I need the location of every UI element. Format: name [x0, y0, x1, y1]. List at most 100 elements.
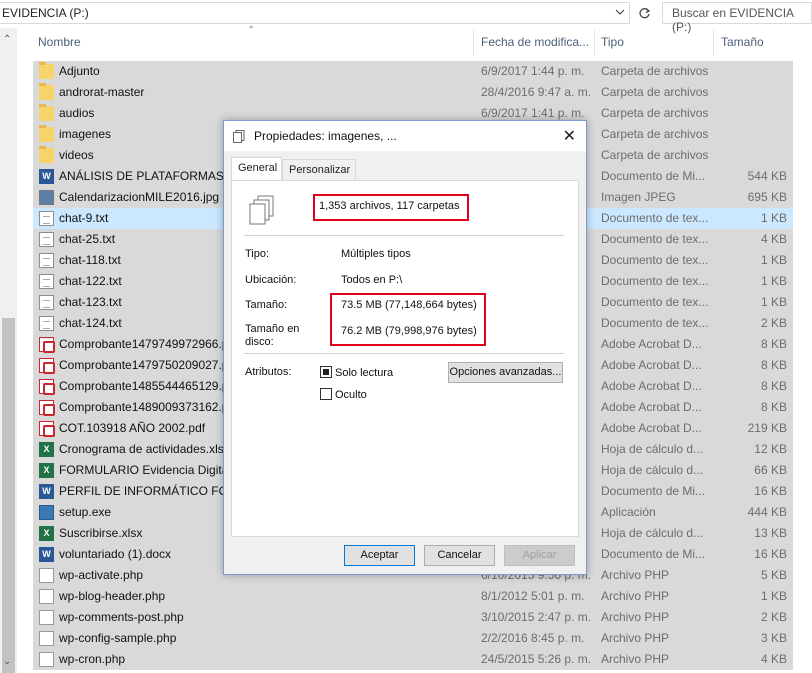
php-file-icon: [39, 610, 54, 625]
word-icon: W: [39, 547, 54, 562]
address-path: EVIDENCIA (P:): [2, 6, 89, 20]
file-type: Imagen JPEG: [601, 190, 676, 204]
file-name: wp-comments-post.php: [59, 610, 184, 624]
cancel-button[interactable]: Cancelar: [424, 545, 495, 566]
file-size: 1 KB: [760, 295, 787, 309]
file-size: 2 KB: [760, 610, 787, 624]
scrollbar-thumb[interactable]: [2, 318, 15, 673]
address-bar[interactable]: EVIDENCIA (P:): [0, 2, 630, 24]
file-size: 444 KB: [747, 505, 787, 519]
apply-button[interactable]: Aplicar: [504, 545, 575, 566]
ubicacion-label: Ubicación:: [245, 274, 297, 286]
file-date: 28/4/2016 9:47 a. m.: [481, 85, 592, 99]
column-header-date[interactable]: Fecha de modifica...: [481, 35, 589, 49]
search-box[interactable]: Buscar en EVIDENCIA (P:): [662, 2, 812, 34]
php-file-icon: [39, 589, 54, 604]
file-row[interactable]: androrat-master 28/4/2016 9:47 a. m. Carpe…: [33, 82, 793, 103]
close-icon[interactable]: ✕: [563, 126, 576, 146]
solo-lectura-label[interactable]: Solo lectura: [335, 367, 393, 379]
file-date: 3/10/2015 2:47 p. m.: [481, 610, 592, 624]
oculto-label[interactable]: Oculto: [335, 389, 367, 401]
pdf-icon: [39, 421, 55, 437]
file-type: Documento de Mi...: [601, 547, 706, 561]
file-size: 16 KB: [754, 547, 787, 561]
tamano-value: 73.5 MB (77,148,664 bytes): [341, 299, 477, 311]
file-date: 6/9/2017 1:41 p. m.: [481, 106, 585, 120]
file-type: Archivo PHP: [601, 610, 670, 624]
file-type: Hoja de cálculo d...: [601, 526, 704, 540]
tamano-disco-label: Tamaño en: [245, 323, 300, 335]
file-type: Carpeta de archivos: [601, 148, 709, 162]
text-file-icon: [39, 253, 54, 268]
pdf-icon: [39, 400, 55, 416]
file-name: wp-cron.php: [59, 652, 126, 666]
column-header-type[interactable]: Tipo: [601, 35, 624, 49]
accept-button[interactable]: Aceptar: [344, 545, 415, 566]
text-file-icon: [39, 232, 54, 247]
file-size: 4 KB: [760, 232, 787, 246]
file-name: androrat-master: [59, 85, 145, 99]
file-type: Documento de Mi...: [601, 484, 706, 498]
folder-icon: [39, 83, 54, 100]
tab-personalizar[interactable]: Personalizar: [282, 159, 356, 181]
column-divider[interactable]: [594, 30, 595, 56]
divider: [244, 235, 564, 236]
file-date: 8/1/2012 5:01 p. m.: [481, 589, 585, 603]
folder-icon: [39, 104, 54, 121]
file-size: 8 KB: [760, 379, 787, 393]
file-row[interactable]: wp-cron.php 24/5/2015 5:26 p. m. Archivo P…: [33, 649, 793, 670]
scroll-down-icon[interactable]: ⌄: [3, 656, 11, 667]
file-size: 544 KB: [747, 169, 787, 183]
file-type: Adobe Acrobat D...: [601, 337, 702, 351]
word-icon: W: [39, 484, 54, 499]
file-type: Documento de tex...: [601, 274, 709, 288]
file-size: 8 KB: [760, 337, 787, 351]
tamano-disco-label-2: disco:: [245, 336, 274, 348]
file-name: wp-blog-header.php: [59, 589, 166, 603]
tamano-label: Tamaño:: [245, 299, 288, 311]
file-type: Adobe Acrobat D...: [601, 379, 702, 393]
advanced-options-button[interactable]: Opciones avanzadas...: [448, 362, 563, 383]
column-header-name[interactable]: Nombre: [38, 35, 81, 49]
file-size: 1 KB: [760, 211, 787, 225]
file-date: 2/2/2016 8:45 p. m.: [481, 631, 585, 645]
vertical-scrollbar[interactable]: ⌃ ⌄: [0, 28, 17, 673]
refresh-icon: [638, 7, 650, 18]
file-type: Aplicación: [601, 505, 656, 519]
tipo-value: Múltiples tipos: [341, 248, 411, 260]
file-row[interactable]: wp-comments-post.php 3/10/2015 2:47 p. m.…: [33, 607, 793, 628]
text-file-icon: [39, 274, 54, 289]
file-type: Documento de tex...: [601, 232, 709, 246]
file-type: Archivo PHP: [601, 568, 670, 582]
oculto-checkbox[interactable]: [320, 388, 332, 400]
image-icon: [39, 190, 54, 205]
file-date: 6/9/2017 1:44 p. m.: [481, 64, 585, 78]
refresh-button[interactable]: [634, 3, 654, 23]
scroll-up-icon[interactable]: ⌃: [3, 34, 11, 45]
solo-lectura-checkbox[interactable]: [320, 366, 332, 378]
folder-icon: [39, 62, 54, 79]
word-icon: W: [39, 169, 54, 184]
text-file-icon: [39, 316, 54, 331]
file-type: Hoja de cálculo d...: [601, 463, 704, 477]
atributos-label: Atributos:: [245, 366, 292, 378]
multiple-files-icon: [249, 195, 274, 225]
file-type: Documento de tex...: [601, 295, 709, 309]
column-divider[interactable]: [473, 30, 474, 56]
file-size: 3 KB: [760, 631, 787, 645]
column-header-size[interactable]: Tamaño: [721, 35, 764, 49]
file-row[interactable]: Adjunto 6/9/2017 1:44 p. m. Carpeta de arc…: [33, 61, 793, 82]
tab-general[interactable]: General: [231, 157, 282, 181]
php-file-icon: [39, 631, 54, 646]
chevron-down-icon[interactable]: [615, 7, 625, 17]
file-name: Adjunto: [59, 64, 100, 78]
file-size: 8 KB: [760, 358, 787, 372]
file-type: Carpeta de archivos: [601, 85, 709, 99]
file-row[interactable]: wp-blog-header.php 8/1/2012 5:01 p. m. Arc…: [33, 586, 793, 607]
dialog-title-bar[interactable]: Propiedades: imagenes, ... ✕: [224, 121, 586, 151]
column-divider[interactable]: [713, 30, 714, 56]
file-type: Archivo PHP: [601, 631, 670, 645]
file-type: Hoja de cálculo d...: [601, 442, 704, 456]
file-type: Carpeta de archivos: [601, 64, 709, 78]
file-row[interactable]: wp-config-sample.php 2/2/2016 8:45 p. m. A…: [33, 628, 793, 649]
